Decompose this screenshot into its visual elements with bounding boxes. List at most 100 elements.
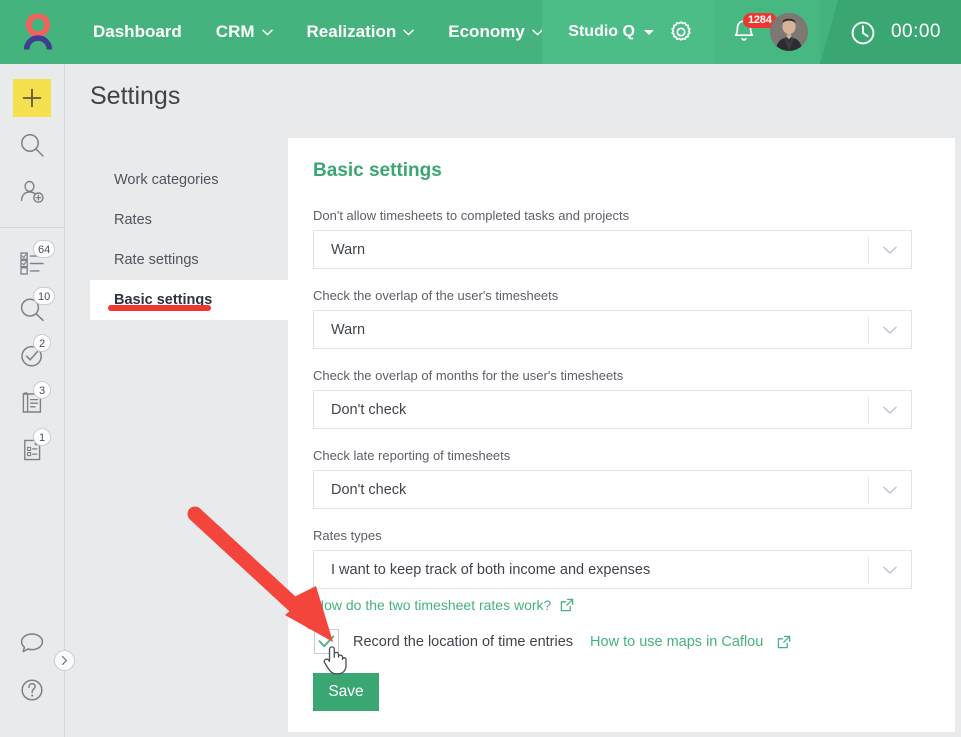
pointing-hand-cursor (322, 643, 348, 675)
select-value: Warn (314, 322, 365, 338)
plus-highlight (13, 79, 51, 117)
sidebar-item-rates[interactable]: Rates (90, 200, 288, 240)
select-value: Warn (314, 242, 365, 258)
rail-item-add[interactable] (0, 74, 64, 121)
plus-icon (21, 87, 43, 109)
field-label: Check the overlap of the user's timeshee… (313, 288, 912, 303)
rail-item-tasks[interactable]: 64 (0, 238, 64, 285)
left-icon-rail: 64 10 2 (0, 64, 64, 737)
rail-group-top (0, 64, 64, 215)
chevron-down-icon (882, 325, 898, 335)
app-logo[interactable] (0, 0, 76, 64)
rail-badge: 1 (33, 428, 51, 446)
caflou-person-logo-icon (21, 14, 55, 50)
select-overlap-timesheets[interactable]: Warn (313, 310, 912, 349)
select-divider (868, 477, 869, 504)
rail-badge: 10 (33, 287, 55, 305)
maps-help-link[interactable]: How to use maps in Caflou (590, 634, 763, 650)
timesheet-rates-help-link[interactable]: How do the two timesheet rates work? (314, 597, 574, 613)
rail-group-lists: 64 10 2 (0, 238, 64, 473)
chevron-down-icon (882, 405, 898, 415)
studio-panel: Studio Q (542, 0, 714, 64)
chevron-down-icon (532, 29, 543, 36)
select-overlap-months[interactable]: Don't check (313, 390, 912, 429)
header-right-cluster: Studio Q 1284 (542, 0, 961, 64)
external-link-icon (560, 598, 574, 612)
sidebar-item-work-categories[interactable]: Work categories (90, 160, 288, 200)
select-rates-types[interactable]: I want to keep track of both income and … (313, 550, 912, 589)
studio-label-text: Studio Q (568, 23, 635, 41)
rail-item-add-contact[interactable] (0, 168, 64, 215)
notifications-panel: 1284 (714, 0, 820, 64)
page-title: Settings (90, 82, 180, 111)
select-divider (868, 397, 869, 424)
help-circle-icon (18, 676, 46, 704)
stopwatch-icon (848, 17, 878, 47)
rail-badge: 64 (33, 240, 55, 258)
chevron-down-icon (882, 565, 898, 575)
content-title: Basic settings (313, 160, 442, 182)
field-label: Don't allow timesheets to completed task… (313, 208, 912, 223)
help-link-label: How do the two timesheet rates work? (314, 597, 551, 613)
rail-item-journal[interactable]: 3 (0, 379, 64, 426)
nav-item-crm[interactable]: CRM (199, 0, 290, 64)
rail-item-help[interactable] (0, 666, 64, 713)
select-divider (868, 317, 869, 344)
rail-item-search[interactable] (0, 121, 64, 168)
avatar[interactable] (770, 13, 808, 51)
top-navigation-bar: Dashboard CRM Realization Economy (0, 0, 961, 64)
caret-down-icon (644, 30, 654, 35)
rail-badge: 2 (33, 334, 51, 352)
annotation-underline (108, 305, 211, 311)
record-location-row: Record the location of time entries How … (314, 629, 791, 654)
chevron-right-icon (59, 655, 70, 666)
rail-item-approvals[interactable]: 2 (0, 332, 64, 379)
timer-value: 00:00 (891, 21, 941, 43)
rail-item-search-saved[interactable]: 10 (0, 285, 64, 332)
nav-item-economy[interactable]: Economy (431, 0, 560, 64)
sidebar-item-rate-settings[interactable]: Rate settings (90, 240, 288, 280)
rail-group-bottom (0, 619, 64, 713)
rail-right-border (64, 64, 65, 737)
field-overlap-timesheets: Check the overlap of the user's timeshee… (313, 288, 912, 349)
select-value: Don't check (314, 482, 406, 498)
select-late-reporting[interactable]: Don't check (313, 470, 912, 509)
add-user-icon (18, 178, 46, 206)
field-label: Rates types (313, 528, 912, 543)
sidebar-item-basic-settings[interactable]: Basic settings (90, 280, 288, 320)
studio-switcher[interactable]: Studio Q (568, 23, 654, 41)
select-value: I want to keep track of both income and … (314, 562, 650, 578)
rail-item-documents[interactable]: 1 (0, 426, 64, 473)
content-right-gutter (955, 138, 961, 732)
main-nav: Dashboard CRM Realization Economy (76, 0, 600, 64)
field-rates-types: Rates types I want to keep track of both… (313, 528, 912, 589)
rail-badge: 3 (33, 381, 51, 399)
nav-label: CRM (216, 22, 255, 42)
save-button[interactable]: Save (313, 673, 379, 711)
chevron-down-icon (882, 485, 898, 495)
record-location-label: Record the location of time entries (353, 634, 573, 650)
user-avatar-image (770, 13, 808, 51)
select-value: Don't check (314, 402, 406, 418)
sidebar-item-label: Rate settings (114, 252, 199, 268)
nav-item-realization[interactable]: Realization (290, 0, 432, 64)
rail-divider (0, 227, 64, 228)
select-divider (868, 237, 869, 264)
timer-panel[interactable]: 00:00 (820, 0, 961, 64)
chevron-down-icon (403, 29, 414, 36)
chat-bubble-icon (18, 630, 46, 656)
gear-icon[interactable] (668, 19, 694, 45)
notifications-button[interactable]: 1284 (730, 17, 760, 47)
field-late-reporting: Check late reporting of timesheets Don't… (313, 448, 912, 509)
sidebar-item-label: Work categories (114, 172, 219, 188)
sidebar-expand-button[interactable] (54, 650, 75, 671)
external-link-icon[interactable] (777, 635, 791, 649)
search-icon (18, 131, 46, 159)
nav-label: Dashboard (93, 22, 182, 42)
select-disallow-completed[interactable]: Warn (313, 230, 912, 269)
field-label: Check late reporting of timesheets (313, 448, 912, 463)
app-window: Dashboard CRM Realization Economy (0, 0, 961, 737)
field-overlap-months: Check the overlap of months for the user… (313, 368, 912, 429)
nav-label: Realization (307, 22, 397, 42)
nav-item-dashboard[interactable]: Dashboard (76, 0, 199, 64)
